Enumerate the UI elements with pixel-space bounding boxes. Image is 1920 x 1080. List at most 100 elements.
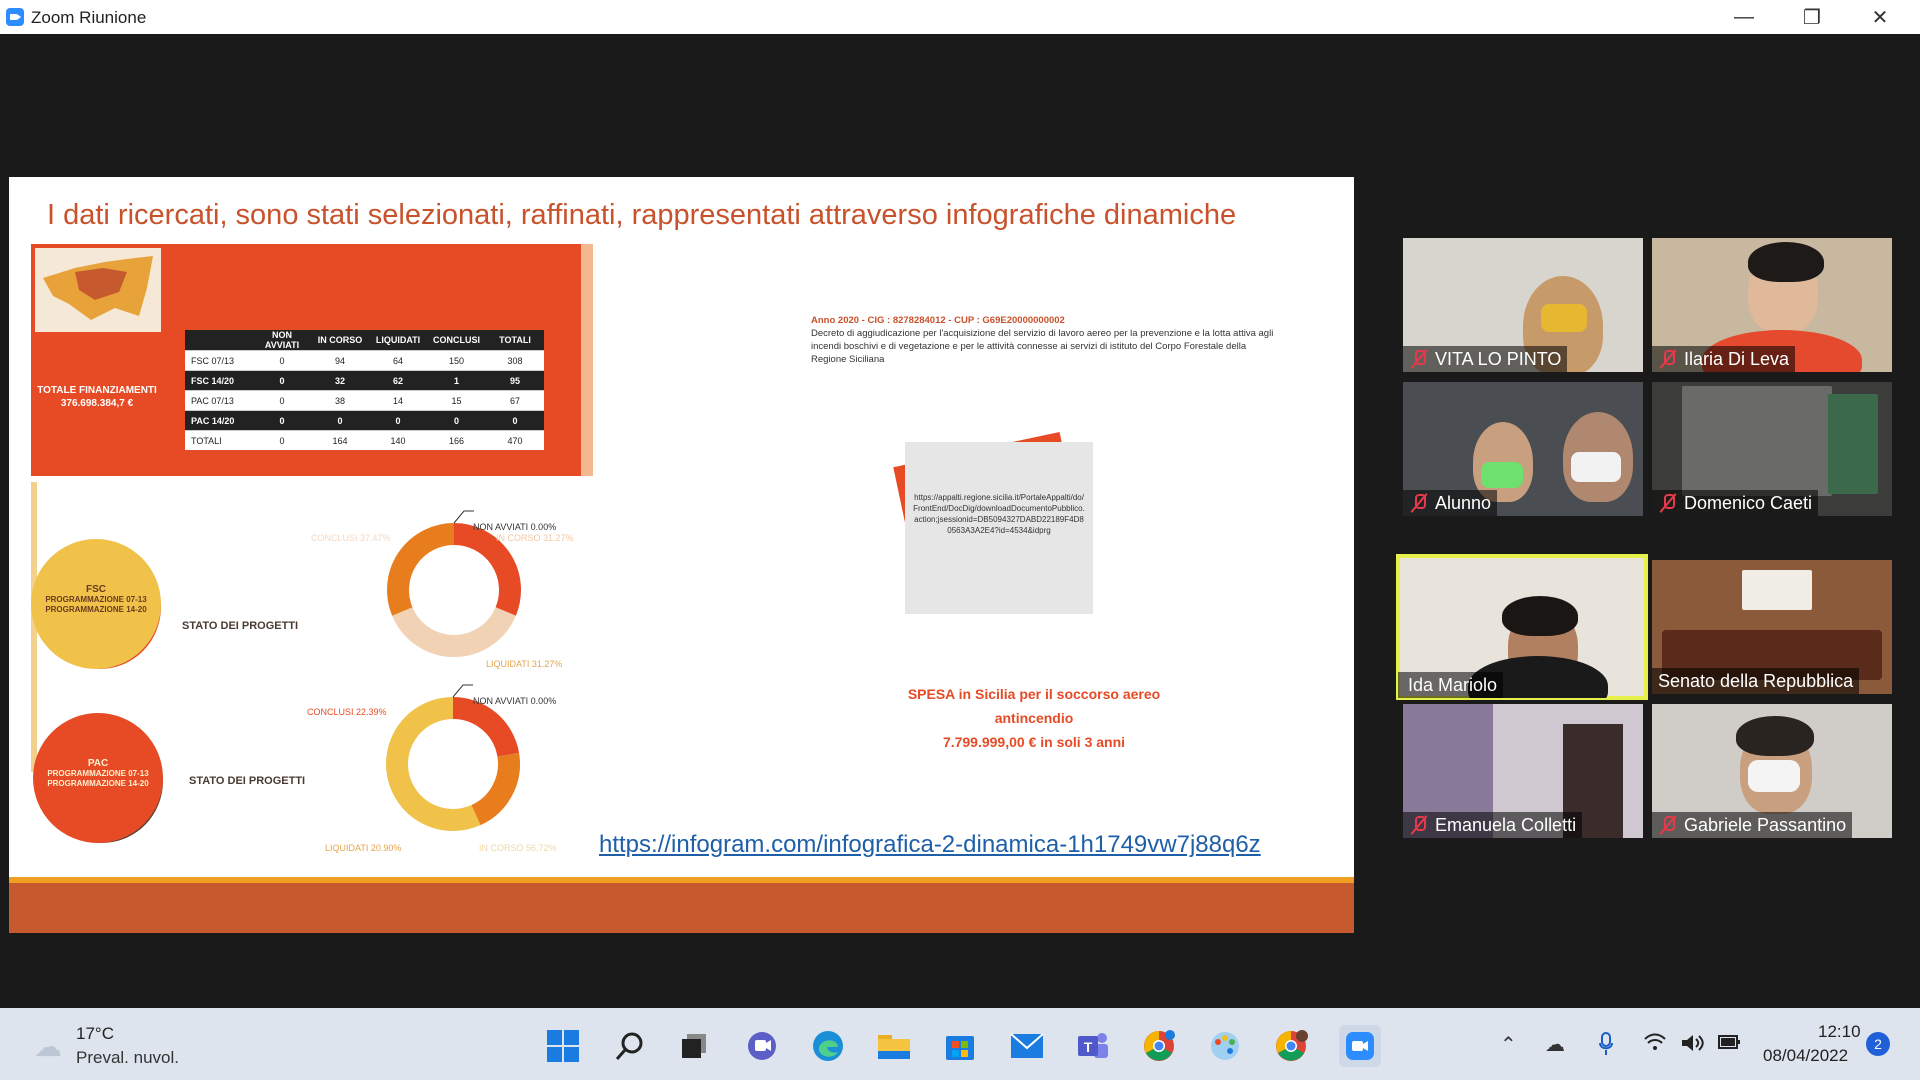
participant-hair [1748, 242, 1824, 282]
participant-name-text: Alunno [1435, 493, 1492, 513]
participant-name: VITA LO PINTO [1403, 346, 1568, 372]
participant-name-text: Ida Mariolo [1408, 675, 1498, 695]
participant-hair [1502, 596, 1578, 636]
donut-leader-line [453, 510, 474, 524]
participant-tile[interactable]: Emanuela Colletti [1403, 704, 1643, 838]
minimize-button[interactable]: — [1710, 0, 1778, 34]
microsoft-store-icon[interactable] [942, 1028, 978, 1064]
donut-slice-in-corso [386, 697, 481, 831]
weather-cloud-icon[interactable]: ☁ [30, 1028, 66, 1064]
weather-temperature[interactable]: 17°C [76, 1024, 114, 1044]
donut-slice-in-corso [453, 523, 521, 616]
teams-icon[interactable]: T [1075, 1028, 1111, 1064]
weather-description[interactable]: Preval. nuvol. [76, 1048, 179, 1068]
zoom-taskbar-icon[interactable] [1339, 1025, 1381, 1067]
participant-tile[interactable]: Gabriele Passantino [1652, 704, 1892, 838]
svg-text:T: T [1084, 1039, 1093, 1055]
clock-time[interactable]: 12:10 [1818, 1022, 1861, 1042]
chrome-icon[interactable] [1141, 1028, 1177, 1064]
clock-date[interactable]: 08/04/2022 [1763, 1046, 1848, 1066]
mic-muted-icon [1410, 493, 1428, 513]
battery-icon[interactable] [1716, 1032, 1742, 1058]
participant-name: Emanuela Colletti [1403, 812, 1583, 838]
participant-name-text: Emanuela Colletti [1435, 815, 1577, 835]
donut-slice-conclusi [392, 606, 516, 657]
wifi-icon[interactable] [1643, 1032, 1667, 1058]
shared-screen-slide: I dati ricercati, sono stati selezionati… [9, 177, 1354, 933]
mic-muted-icon [1659, 815, 1677, 835]
donut-charts [386, 510, 521, 831]
slide-footer [9, 883, 1354, 933]
decree-head: Anno 2020 - CIG : 8278284012 - CUP : G69… [811, 315, 1065, 326]
restore-button[interactable]: ❐ [1778, 0, 1846, 34]
spesa-text: SPESA in Sicilia per il soccorso aereo a… [869, 682, 1199, 754]
participant-name-text: Domenico Caeti [1684, 493, 1813, 513]
show-hidden-icons-chevron-up-icon[interactable]: ⌃ [1500, 1032, 1517, 1057]
microphone-icon[interactable] [1598, 1032, 1614, 1062]
mic-muted-icon [1410, 815, 1428, 835]
participant-name-text: Ilaria Di Leva [1684, 349, 1790, 369]
participant-tile[interactable]: Ilaria Di Leva [1652, 238, 1892, 372]
mail-icon[interactable] [1009, 1028, 1045, 1064]
fsc-label-conclusi: CONCLUSI 37.47% [311, 533, 391, 543]
zoom-meeting-area: I dati ricercati, sono stati selezionati… [0, 34, 1920, 1008]
participant-tile[interactable]: Alunno [1403, 382, 1643, 516]
participant-name: Ida Mariolo [1398, 672, 1504, 698]
file-explorer-icon[interactable] [876, 1028, 912, 1064]
chrome-profile-icon[interactable] [1273, 1028, 1309, 1064]
decree-body: Decreto di aggiudicazione per l'acquisiz… [811, 328, 1274, 365]
participant-name-text: Senato della Repubblica [1658, 671, 1854, 691]
participant-name: Ilaria Di Leva [1652, 346, 1796, 372]
mic-muted-icon [1659, 349, 1677, 369]
donut-slice-liquidati [470, 753, 520, 826]
infogram-link[interactable]: https://infogram.com/infografica-2-dinam… [599, 831, 1261, 859]
teams-chat-icon[interactable] [744, 1028, 780, 1064]
url-card: https://appalti.regione.sicilia.it/Porta… [893, 431, 1093, 615]
participant-name: Senato della Repubblica [1652, 668, 1860, 694]
windows-start-icon[interactable] [545, 1028, 581, 1064]
close-button[interactable]: ✕ [1846, 0, 1914, 34]
donut-slice-conclusi [452, 697, 520, 758]
pac-label-incorso: IN CORSO 56.72% [479, 843, 557, 853]
window-title-bar: Zoom Riunione — ❐ ✕ [0, 0, 1920, 34]
participant-name: Domenico Caeti [1652, 490, 1819, 516]
paint-icon[interactable] [1207, 1028, 1243, 1064]
notification-badge[interactable]: 2 [1866, 1032, 1890, 1056]
search-icon[interactable] [612, 1028, 648, 1064]
participant-tile[interactable]: Domenico Caeti [1652, 382, 1892, 516]
participant-tile-active-speaker[interactable]: Ida Mariolo [1396, 554, 1648, 700]
onedrive-cloud-icon[interactable]: ☁ [1545, 1032, 1565, 1057]
volume-icon[interactable] [1680, 1032, 1706, 1060]
pac-label-nonavviati: NON AVVIATI 0.00% [473, 696, 557, 706]
face-mask [1748, 760, 1800, 792]
window-title: Zoom Riunione [31, 8, 147, 27]
fsc-label-liquidati: LIQUIDATI 31.27% [486, 659, 563, 669]
decree-text: Anno 2020 - CIG : 8278284012 - CUP : G69… [811, 314, 1281, 366]
edge-browser-icon[interactable] [810, 1028, 846, 1064]
pac-label-liquidati: LIQUIDATI 20.90% [325, 843, 402, 853]
windows-taskbar: ☁ 17°C Preval. nuvol. T ⌃ ☁ 12:10 08/04/… [0, 1008, 1920, 1080]
face-mask [1481, 462, 1523, 488]
mic-muted-icon [1410, 349, 1428, 369]
zoom-app-icon [6, 8, 24, 26]
fsc-label-incorso: IN CORSO 31.27% [496, 533, 574, 543]
room-plant [1828, 394, 1878, 494]
participant-name: Alunno [1403, 490, 1498, 516]
task-view-icon[interactable] [676, 1028, 712, 1064]
pac-label-conclusi: CONCLUSI 22.39% [307, 707, 387, 717]
room-screen [1742, 570, 1812, 610]
participant-name-text: VITA LO PINTO [1435, 349, 1562, 369]
mic-muted-icon [1659, 493, 1677, 513]
room-window [1682, 386, 1832, 496]
face-mask [1541, 304, 1587, 332]
spesa-line1: SPESA in Sicilia per il soccorso aereo a… [907, 686, 1161, 726]
participant-hair [1736, 716, 1814, 756]
participant-tile[interactable]: VITA LO PINTO [1403, 238, 1643, 372]
participant-tile[interactable]: Senato della Repubblica [1652, 560, 1892, 694]
fsc-label-nonavviati: NON AVVIATI 0.00% [473, 522, 557, 532]
donut-slice-liquidati [387, 523, 455, 616]
face-mask [1571, 452, 1621, 482]
participant-name-text: Gabriele Passantino [1684, 815, 1847, 835]
url-card-text: https://appalti.regione.sicilia.it/Porta… [913, 493, 1085, 535]
participant-name: Gabriele Passantino [1652, 812, 1853, 838]
